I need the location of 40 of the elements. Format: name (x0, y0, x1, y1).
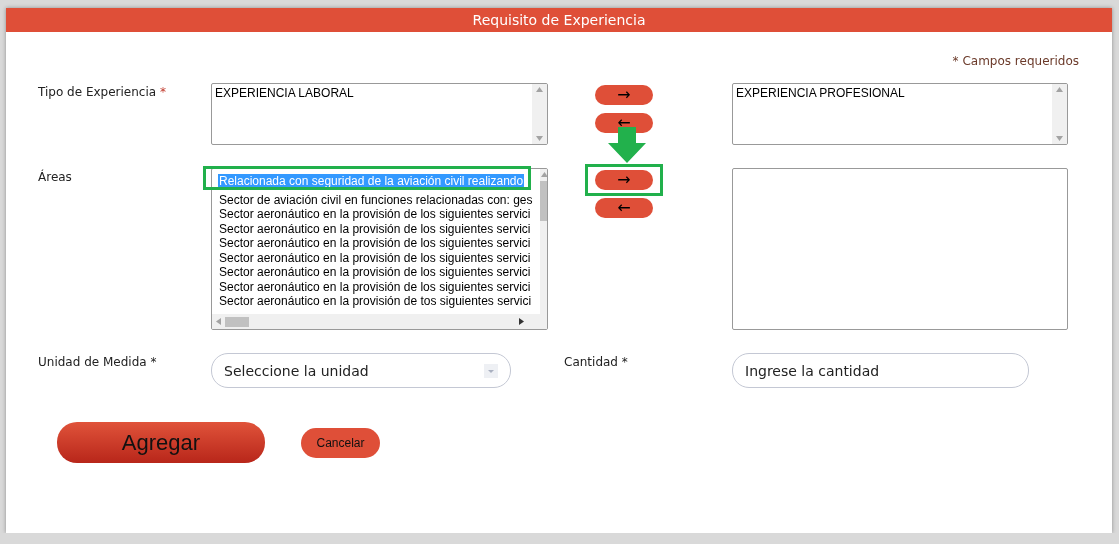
up-arrow-icon (541, 172, 547, 177)
down-arrow-icon (536, 136, 543, 141)
dropdown-icon (484, 363, 498, 378)
add-button[interactable]: Agregar (57, 422, 265, 463)
unit-select[interactable]: Seleccione la unidad (211, 353, 511, 388)
up-arrow-icon (1056, 87, 1063, 92)
up-arrow-icon (536, 87, 543, 92)
list-item[interactable]: Sector aeronáutico en la provisión de tos siguientes servici (218, 294, 533, 309)
right-arrow-icon (519, 318, 524, 325)
cancel-button[interactable]: Cancelar (301, 427, 380, 458)
down-arrow-icon (608, 127, 646, 163)
move-right-button[interactable]: → (595, 170, 653, 190)
down-arrow-icon (1056, 136, 1063, 141)
list-box[interactable]: EXPERIENCIA PROFESIONAL (732, 83, 1068, 145)
field-label: Tipo de Experiencia * (38, 84, 167, 101)
list-box[interactable]: EXPERIENCIA LABORAL (211, 83, 548, 145)
field-label: Unidad de Medida * (38, 354, 158, 371)
required-note: * Campos requeridos (951, 53, 1080, 68)
scroll-thumb[interactable] (225, 316, 249, 327)
scrollbar[interactable] (1052, 84, 1067, 144)
left-arrow-icon (216, 318, 221, 325)
move-right-button[interactable]: → (595, 85, 653, 105)
move-left-button[interactable]: ← (595, 198, 653, 218)
move-left-button[interactable]: ← (595, 113, 653, 133)
list-item[interactable]: Sector de aviación civil en funciones relacionadas con: ges (218, 192, 534, 207)
list-item[interactable]: Sector aeronáutico en la provisión de los siguientes servici (218, 279, 532, 294)
scrollbar[interactable] (532, 84, 547, 144)
list-item[interactable]: EXPERIENCIA LABORAL (214, 86, 355, 101)
list-item[interactable]: EXPERIENCIA PROFESIONAL (735, 86, 906, 101)
field-label: Cantidad * (563, 354, 629, 371)
list-item[interactable]: Sector aeronáutico en la provisión de los siguientes servici (218, 265, 532, 280)
dialog-title: Requisito de Experiencia (6, 8, 1112, 32)
field-label: Áreas (38, 168, 73, 186)
list-box[interactable] (211, 168, 548, 330)
list-item[interactable]: Sector aeronáutico en la provisión de los siguientes servici (218, 236, 532, 251)
list-item[interactable]: Sector aeronáutico en la provisión de los siguientes servici (218, 221, 532, 236)
list-item[interactable]: Sector aeronáutico en la provisión de los siguientes servici (218, 207, 532, 222)
list-item[interactable]: Sector aeronáutico en la provisión de los siguientes servici (218, 250, 532, 265)
horizontal-scrollbar[interactable] (212, 314, 547, 329)
quantity-field[interactable]: Ingrese la cantidad (732, 353, 1029, 388)
